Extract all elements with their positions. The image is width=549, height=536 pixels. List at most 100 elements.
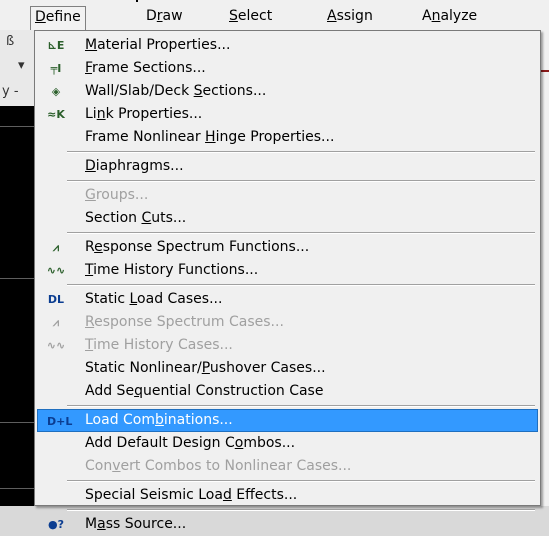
menu-item-label-part: Static — [85, 291, 130, 307]
menu-analyze[interactable]: Analyze — [418, 6, 481, 28]
menu-item-label-part: D — [85, 158, 96, 174]
menu-item-label: Response Spectrum Cases... — [85, 311, 284, 334]
toolbar-fragment: y - — [0, 80, 34, 106]
background-window-edge — [541, 30, 549, 506]
load-combinations-icon: D+L — [47, 415, 73, 428]
menu-item-add-sequential-construction-case[interactable]: Add Sequential Construction Case — [37, 380, 538, 403]
menu-item-label: Time History Functions... — [85, 259, 258, 282]
menu-item-label-part: F — [85, 60, 93, 76]
static-load-cases-icon: DL — [47, 293, 65, 306]
menu-item-label: Frame Sections... — [85, 57, 206, 80]
menu-item-label-part: H — [205, 129, 216, 145]
menu-select[interactable]: Select — [225, 6, 276, 28]
menu-item-static-load-cases[interactable]: DL Static Load Cases... — [37, 288, 538, 311]
menu-item-wall-slab-deck-sections[interactable]: ◈ Wall/Slab/Deck Sections... — [37, 80, 538, 103]
link-properties-icon: ≈K — [47, 108, 65, 121]
menu-item-label: Add Sequential Construction Case — [85, 380, 323, 403]
menu-item-label-part: Frame Nonlinear — [85, 129, 206, 145]
menu-title-text: S — [229, 8, 238, 24]
menu-separator — [67, 232, 535, 234]
menu-item-frame-nonlinear-hinge-properties[interactable]: Frame Nonlinear Hinge Properties... — [37, 126, 538, 149]
menu-title-text: A — [422, 8, 432, 24]
menu-item-label-part: L — [129, 291, 138, 307]
menu-item-label-part: Add Default Design C — [85, 435, 235, 451]
menu-item-load-combinations[interactable]: D+L Load Combinations... — [37, 409, 538, 432]
menu-item-label-part: ime History Functions... — [93, 262, 259, 278]
menu-item-label-part: ert Combos to Nonlinear Cases... — [120, 458, 352, 474]
menu-item-material-properties[interactable]: ⊾E Material Properties... — [37, 34, 538, 57]
menu-item-add-default-design-combos[interactable]: Add Default Design Combos... — [37, 432, 538, 455]
menu-separator — [67, 480, 535, 482]
menu-define[interactable]: Define — [30, 6, 86, 32]
mass-source-icon: ●? — [48, 518, 64, 531]
menu-title-text: alyze — [440, 8, 478, 24]
menu-item-response-spectrum-functions[interactable]: ⩘ Response Spectrum Functions... — [37, 236, 538, 259]
menu-item-label-part: k Properties... — [105, 106, 203, 122]
menu-item-label-part: inations... — [163, 412, 233, 428]
menu-item-label-part: Add Se — [85, 383, 135, 399]
menu-item-groups[interactable]: Groups... — [37, 184, 538, 207]
menu-item-label-part: roups... — [95, 187, 149, 203]
menu-item-label-part: T — [85, 262, 94, 278]
menu-item-diaphragms[interactable]: Diaphragms... — [37, 155, 538, 178]
menu-item-label-part: Load Com — [85, 412, 156, 428]
menu-item-label-part: C — [141, 210, 152, 226]
response-spectrum-functions-icon: ⩘ — [52, 241, 60, 254]
menu-item-frame-sections[interactable]: ╤I Frame Sections... — [37, 57, 538, 80]
menu-item-label-part: oad Cases... — [137, 291, 223, 307]
menu-item-label: Frame Nonlinear Hinge Properties... — [85, 126, 334, 149]
grid-line — [0, 278, 34, 279]
menu-item-response-spectrum-cases[interactable]: ⩘ Response Spectrum Cases... — [37, 311, 538, 334]
menu-item-label-part: R — [85, 239, 95, 255]
menu-item-label-part: G — [85, 187, 96, 203]
menu-item-label-part: ss Source... — [105, 516, 187, 532]
menu-item-label: Wall/Slab/Deck Sections... — [85, 80, 266, 103]
menu-item-link-properties[interactable]: ≈K Link Properties... — [37, 103, 538, 126]
menu-item-label-part: S — [193, 83, 203, 99]
menu-title-text: ssign — [336, 8, 373, 24]
menu-separator — [67, 509, 535, 511]
wall-slab-deck-icon: ◈ — [51, 85, 61, 98]
menu-draw[interactable]: Draw — [142, 6, 187, 28]
menu-item-time-history-cases[interactable]: ∿∿ Time History Cases... — [37, 334, 538, 357]
toolbar-fragment: ▾ — [0, 58, 34, 80]
response-spectrum-cases-icon: ⩘ — [52, 316, 60, 329]
model-canvas[interactable]: ß ▾ y - — [0, 30, 34, 506]
menu-item-label-part: uential Construction Case — [142, 383, 324, 399]
menu-item-label-part: Con — [85, 458, 113, 474]
grid-line — [0, 422, 34, 423]
menu-item-label-part: uts... — [151, 210, 187, 226]
menu-title-text: aw — [162, 8, 183, 24]
menu-item-label-part: Effects... — [231, 487, 298, 503]
menubar: Define Draw Select Assign Analyze — [0, 0, 549, 32]
menu-item-label-part: mbos... — [243, 435, 296, 451]
menu-item-label-part: ushover Cases... — [209, 360, 326, 376]
menu-item-time-history-functions[interactable]: ∿∿ Time History Functions... — [37, 259, 538, 282]
menu-item-label-part: Static Nonlinear/ — [85, 360, 202, 376]
grid-line — [0, 488, 34, 489]
menu-item-label: Static Load Cases... — [85, 288, 222, 311]
menu-item-label: Mass Source... — [85, 513, 186, 536]
menu-assign[interactable]: Assign — [323, 6, 377, 28]
menu-item-convert-combos-to-nonlinear-cases[interactable]: Convert Combos to Nonlinear Cases... — [37, 455, 538, 478]
menu-separator — [67, 151, 535, 153]
menu-item-label: Response Spectrum Functions... — [85, 236, 309, 259]
menu-item-label-part: e — [94, 239, 103, 255]
menu-item-label-part: M — [85, 516, 98, 532]
menu-item-label-part: Section — [85, 210, 142, 226]
menu-item-static-nonlinear-pushover-cases[interactable]: Static Nonlinear/Pushover Cases... — [37, 357, 538, 380]
menu-separator — [67, 405, 535, 407]
menu-item-label-part: Li — [85, 106, 97, 122]
menu-separator — [67, 180, 535, 182]
toolbar-icon: ß — [6, 34, 15, 49]
menu-item-section-cuts[interactable]: Section Cuts... — [37, 207, 538, 230]
menu-item-label-part: q — [134, 383, 143, 399]
menu-title-text: elect — [237, 8, 273, 24]
menu-item-label: Special Seismic Load Effects... — [85, 484, 297, 507]
menu-item-mass-source[interactable]: ●? Mass Source... — [37, 513, 538, 536]
menu-item-special-seismic-load-effects[interactable]: Special Seismic Load Effects... — [37, 484, 538, 507]
menu-item-label-part: ections... — [202, 83, 267, 99]
menu-item-label: Time History Cases... — [85, 334, 233, 357]
material-properties-icon: ⊾E — [47, 39, 65, 52]
menubar-marker — [136, 0, 138, 2]
